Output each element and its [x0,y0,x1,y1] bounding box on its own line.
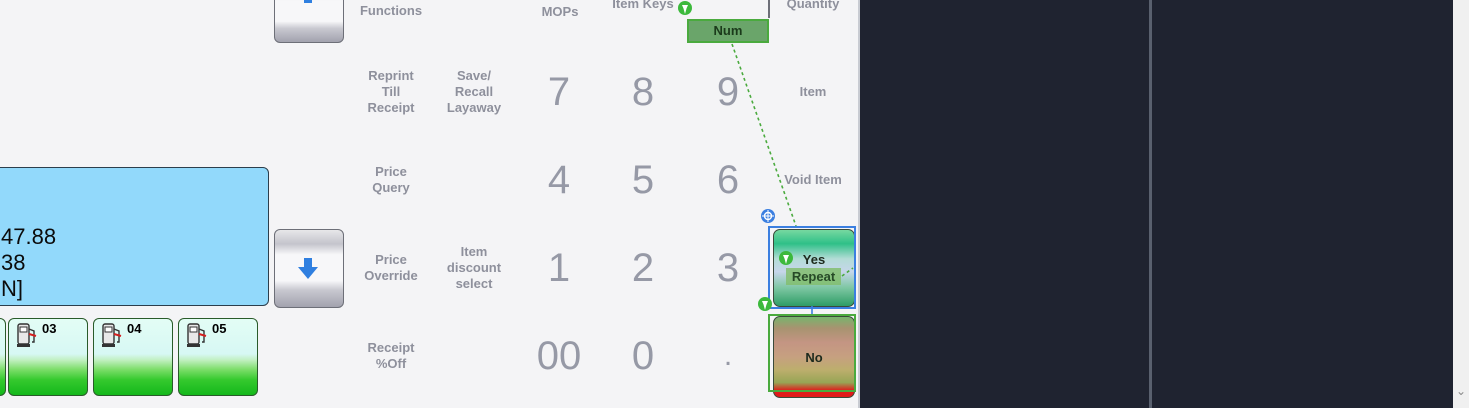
quantity-key-edge [768,0,770,18]
no-button-label: No [805,350,823,365]
pump-button-04[interactable]: 04 [93,318,173,396]
functions-label[interactable]: Functions [346,3,436,19]
numpad-key-3[interactable]: 3 [698,248,758,288]
item-key[interactable]: Item [772,84,854,100]
pin-icon[interactable] [778,250,794,270]
numpad-key-4[interactable]: 4 [529,160,589,200]
arrow-down-icon [298,258,318,279]
numpad-key-7[interactable]: 7 [529,72,589,112]
fuel-pump-icon [187,323,207,347]
arrow-down-icon [304,0,312,3]
pin-icon[interactable] [677,0,693,20]
pos-register-area: Functions MOPs Item Keys Quantity Reprin… [0,0,858,408]
numpad-key-00[interactable]: 00 [529,336,589,376]
numpad-key-2[interactable]: 2 [613,248,673,288]
reprint-till-receipt-key[interactable]: Reprint Till Receipt [351,68,431,116]
price-query-key[interactable]: Price Query [351,164,431,196]
receipt-percent-off-key[interactable]: Receipt %Off [351,340,431,372]
save-recall-layaway-key[interactable]: Save/ Recall Layaway [434,68,514,116]
quantity-label[interactable]: Quantity [770,0,856,12]
repeat-tag[interactable]: Repeat [786,268,841,285]
numpad-key-9[interactable]: 9 [698,72,758,112]
target-icon[interactable] [760,208,776,228]
num-tag[interactable]: Num [687,19,769,43]
no-button[interactable]: No [773,316,855,398]
fuel-pump-icon [102,323,122,347]
numpad-key-1[interactable]: 1 [529,248,589,288]
fuel-pump-icon [17,323,37,347]
pump-number: 03 [42,321,57,336]
numpad-key-5[interactable]: 5 [613,160,673,200]
price-override-key[interactable]: Price Override [351,252,431,284]
item-discount-select-key[interactable]: Item discount select [434,244,514,292]
scroll-up-button[interactable] [274,0,344,43]
scroll-down-button[interactable] [274,229,344,308]
numpad-key-decimal[interactable]: . [698,336,758,376]
numpad-key-0[interactable]: 0 [613,336,673,376]
numpad-key-8[interactable]: 8 [613,72,673,112]
pump-button-02[interactable] [0,318,6,396]
amount-line-2: 38 [1,250,26,275]
pin-icon[interactable] [757,296,773,316]
pump-button-05[interactable]: 05 [178,318,258,396]
pump-number: 05 [212,321,227,336]
scroll-down-arrow-icon[interactable]: ⌄ [1456,384,1466,398]
void-item-key[interactable]: Void Item [772,172,854,188]
mops-label[interactable]: MOPs [530,4,590,20]
amount-line-1: 47.88 [1,224,57,249]
vertical-separator[interactable] [1149,0,1152,408]
amount-display: 47.88 38 N] [0,167,269,306]
dark-panel [860,0,1469,408]
pump-button-03[interactable]: 03 [8,318,88,396]
item-keys-label[interactable]: Item Keys [598,0,688,12]
amount-line-3: N] [1,276,23,301]
pump-number: 04 [127,321,142,336]
vertical-scrollbar[interactable] [1453,0,1469,408]
numpad-key-6[interactable]: 6 [698,160,758,200]
